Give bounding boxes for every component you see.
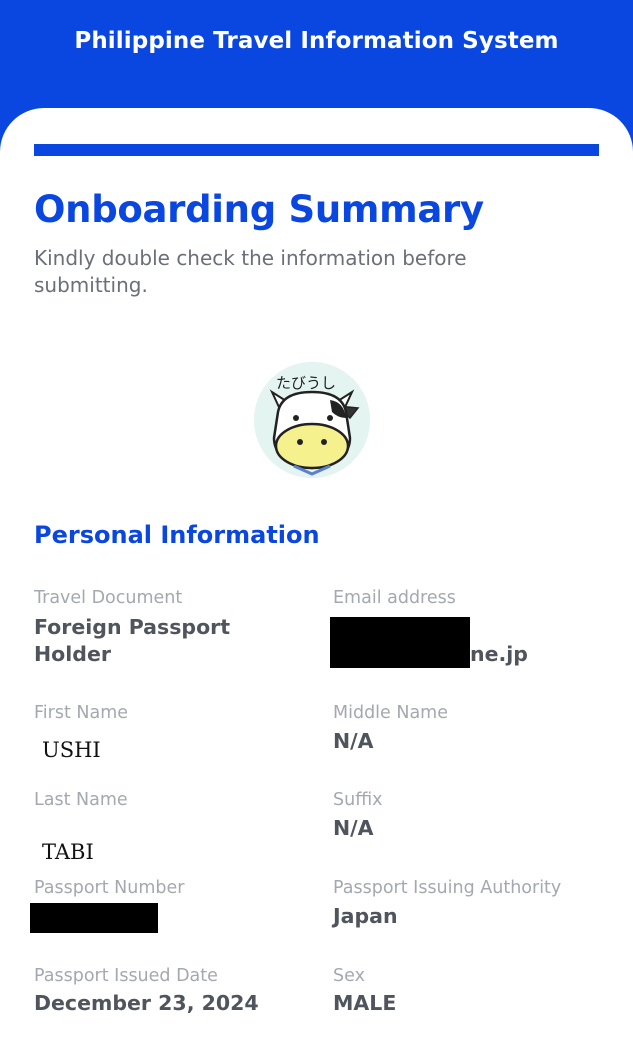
suffix-label: Suffix — [333, 790, 383, 810]
travel-document-value: Foreign Passport Holder — [34, 615, 231, 666]
app-header: Philippine Travel Information System — [0, 0, 633, 110]
first-name-value: USHI — [42, 738, 101, 762]
middle-name-label: Middle Name — [333, 703, 448, 723]
section-title-personal-info: Personal Information — [34, 521, 320, 549]
last-name-value: TABI — [42, 840, 94, 864]
first-name-label: First Name — [34, 703, 129, 723]
passport-number-label: Passport Number — [34, 878, 185, 898]
avatar: たびうし — [254, 362, 370, 478]
cow-mascot-icon: たびうし — [254, 362, 370, 478]
page-subtitle: Kindly double check the information befo… — [34, 246, 467, 297]
sex-label: Sex — [333, 966, 365, 986]
issued-date-value: December 23, 2024 — [34, 991, 259, 1015]
email-redaction — [330, 617, 470, 668]
travel-document-label: Travel Document — [34, 588, 183, 608]
avatar-lettering: たびうし — [276, 374, 336, 392]
email-label: Email address — [333, 588, 456, 608]
issued-date-label: Passport Issued Date — [34, 966, 218, 986]
progress-bar — [34, 144, 599, 156]
email-value-visible: ne.jp — [470, 642, 528, 666]
suffix-value: N/A — [333, 816, 374, 840]
last-name-label: Last Name — [34, 790, 128, 810]
sex-value: MALE — [333, 991, 397, 1015]
issuing-authority-label: Passport Issuing Authority — [333, 878, 562, 898]
page-title: Onboarding Summary — [34, 188, 484, 231]
app-title: Philippine Travel Information System — [74, 28, 559, 54]
issuing-authority-value: Japan — [333, 904, 398, 928]
middle-name-value: N/A — [333, 729, 374, 753]
passport-number-redaction — [30, 903, 158, 933]
